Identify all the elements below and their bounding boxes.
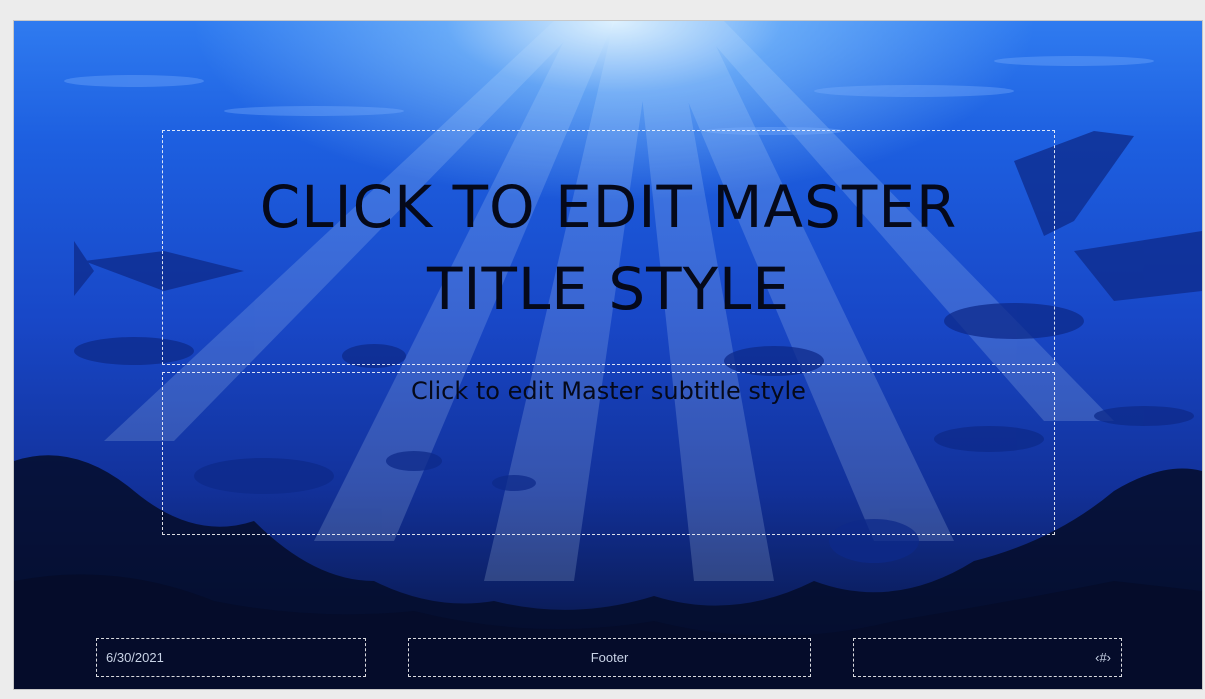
subtitle-placeholder[interactable]: Click to edit Master subtitle style <box>162 372 1055 535</box>
footer-text[interactable]: Footer <box>591 650 629 665</box>
slide-canvas[interactable]: CLICK TO EDIT MASTER TITLE STYLE Click t… <box>13 20 1203 690</box>
slide-subtitle[interactable]: Click to edit Master subtitle style <box>163 377 1054 405</box>
title-placeholder[interactable]: CLICK TO EDIT MASTER TITLE STYLE <box>162 130 1055 365</box>
footer-placeholder[interactable]: Footer <box>408 638 811 677</box>
date-placeholder[interactable]: 6/30/2021 <box>96 638 366 677</box>
slide-number-text[interactable]: ‹#› <box>1095 650 1111 665</box>
slide-number-placeholder[interactable]: ‹#› <box>853 638 1122 677</box>
date-text[interactable]: 6/30/2021 <box>106 650 164 665</box>
slide-title[interactable]: CLICK TO EDIT MASTER TITLE STYLE <box>174 166 1044 330</box>
